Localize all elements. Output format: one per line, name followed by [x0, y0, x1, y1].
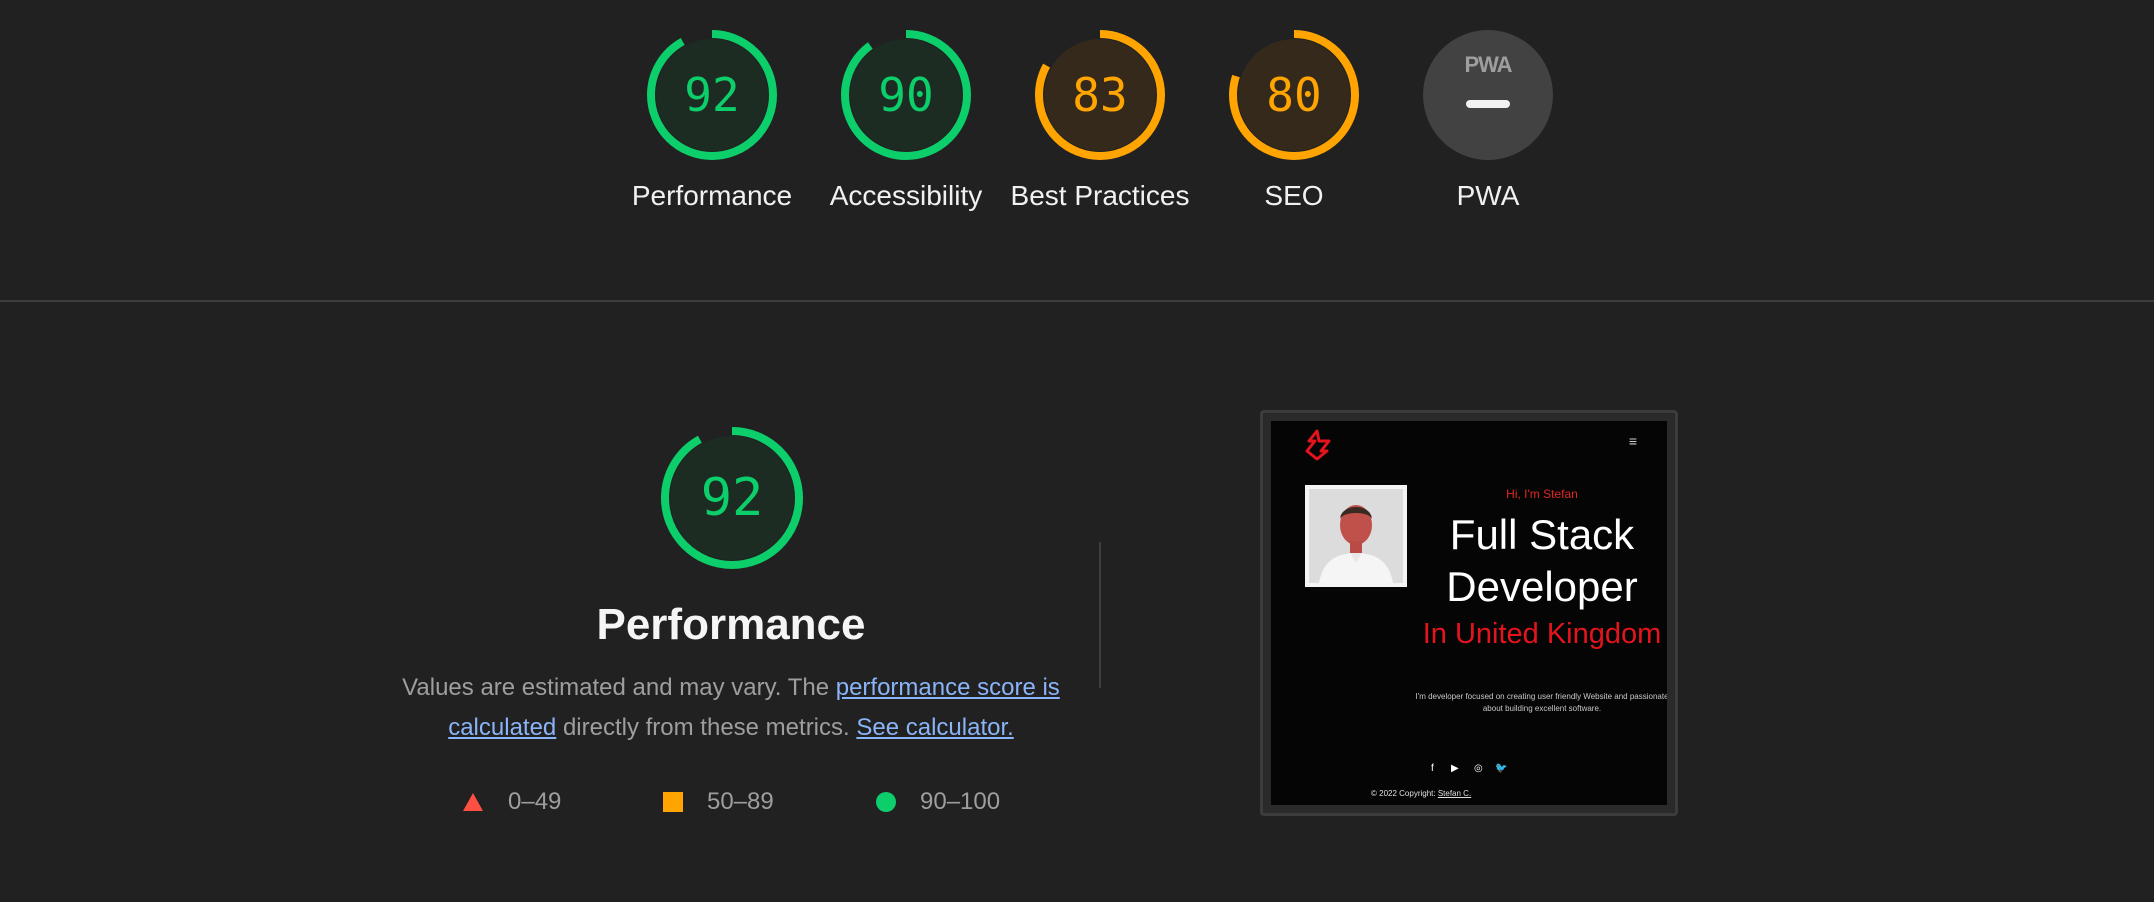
pwa-badge: PWA [1421, 28, 1555, 162]
final-screenshot-thumbnail[interactable]: ≡ Hi, I'm Stefan Full Stack Developer In… [1260, 410, 1678, 816]
social-links: f ▶ ◎ 🐦 [1429, 763, 1519, 777]
legend-average: 50–89 [663, 782, 774, 822]
category-gauges: 92 Performance 90 Accessibility 83 Best … [0, 0, 2154, 300]
hero-tagline: I'm developer focused on creating user f… [1415, 692, 1667, 713]
performance-title: Performance [596, 600, 866, 649]
vertical-divider [1099, 542, 1101, 688]
category-label: Performance [631, 180, 793, 211]
performance-description: Values are estimated and may vary. The p… [400, 668, 1062, 748]
legend-pass: 90–100 [876, 782, 1000, 822]
gauge-performance[interactable]: 92 Performance [617, 28, 807, 216]
person-illustration [1309, 489, 1403, 583]
legend-fail: 0–49 [462, 782, 561, 822]
copyright-link: Stefan C. [1437, 789, 1472, 798]
description-text: directly from these metrics. [556, 714, 857, 741]
score-value: 80 [1266, 68, 1322, 122]
gauge-best-practices[interactable]: 83 Best Practices [1005, 28, 1195, 216]
score-value: 92 [684, 68, 740, 122]
instagram-icon: ◎ [1474, 763, 1483, 774]
facebook-icon: f [1431, 763, 1434, 774]
copyright-text: © 2022 Copyright: [1371, 789, 1438, 798]
pwa-badge-circle [1423, 30, 1553, 160]
score-ring: 80 [1227, 28, 1361, 162]
pwa-icon: PWA [1464, 52, 1512, 77]
gauge-pwa[interactable]: PWA PWA [1393, 28, 1583, 216]
triangle-icon [463, 793, 483, 811]
category-label: Best Practices [1010, 180, 1190, 211]
legend-range: 50–89 [707, 788, 774, 815]
gauge-seo[interactable]: 80 SEO [1199, 28, 1389, 216]
score-ring: 83 [1033, 28, 1167, 162]
page-screenshot: ≡ Hi, I'm Stefan Full Stack Developer In… [1271, 421, 1667, 805]
site-logo-icon [1305, 429, 1331, 461]
score-legend: 0–49 50–89 90–100 [0, 782, 1200, 822]
score-ring: 90 [839, 28, 973, 162]
score-value: 92 [700, 468, 764, 528]
hero-greeting: Hi, I'm Stefan [1506, 487, 1578, 501]
circle-icon [876, 792, 896, 812]
score-value: 90 [878, 68, 934, 122]
legend-range: 0–49 [508, 788, 562, 815]
twitter-icon: 🐦 [1495, 763, 1508, 774]
category-label: SEO [1264, 180, 1324, 211]
category-label: Accessibility [829, 180, 983, 211]
hamburger-menu-icon: ≡ [1628, 433, 1637, 449]
hero-location: In United Kingdom [1422, 618, 1662, 650]
description-text: Values are estimated and may vary. The [402, 674, 836, 701]
page-footer: © 2022 Copyright: Stefan C. [1371, 789, 1621, 798]
category-label: PWA [1456, 180, 1520, 211]
performance-score-gauge: 92 [660, 426, 804, 570]
score-value: 83 [1072, 68, 1128, 122]
score-ring: 92 [645, 28, 779, 162]
hero-headline: Full Stack Developer [1446, 511, 1638, 610]
legend-range: 90–100 [920, 788, 1001, 815]
performance-section: 92 Performance Values are estimated and … [0, 302, 2154, 902]
gauge-accessibility[interactable]: 90 Accessibility [811, 28, 1001, 216]
square-icon [663, 792, 683, 812]
youtube-icon: ▶ [1451, 763, 1459, 774]
see-calculator-link[interactable]: See calculator. [856, 714, 1013, 741]
profile-photo [1305, 485, 1407, 587]
